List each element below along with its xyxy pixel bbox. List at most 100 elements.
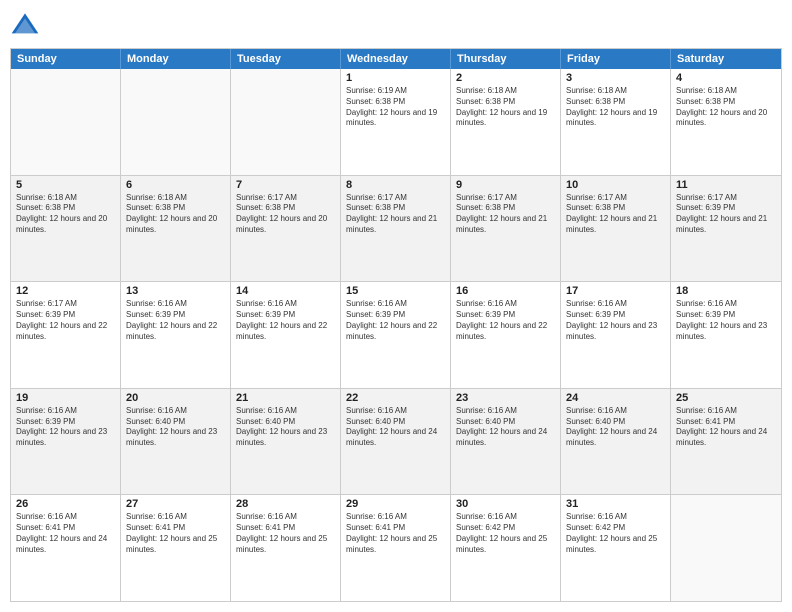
day-number: 25 (676, 392, 776, 404)
day-number: 17 (566, 285, 665, 297)
calendar-cell (671, 495, 781, 601)
cell-info: Sunrise: 6:17 AM Sunset: 6:38 PM Dayligh… (566, 193, 665, 236)
calendar-cell: 22 Sunrise: 6:16 AM Sunset: 6:40 PM Dayli… (341, 389, 451, 495)
cell-info: Sunrise: 6:16 AM Sunset: 6:41 PM Dayligh… (236, 512, 335, 555)
calendar: SundayMondayTuesdayWednesdayThursdayFrid… (10, 48, 782, 602)
day-number: 12 (16, 285, 115, 297)
day-of-week-header: Wednesday (341, 49, 451, 69)
calendar-cell: 11Sunrise: 6:17 AM Sunset: 6:39 PM Dayli… (671, 176, 781, 282)
day-number: 9 (456, 179, 555, 191)
cell-info: Sunrise: 6:16 AM Sunset: 6:40 PM Dayligh… (346, 406, 445, 449)
calendar-cell: 30 Sunrise: 6:16 AM Sunset: 6:42 PM Dayli… (451, 495, 561, 601)
day-number: 19 (16, 392, 115, 404)
header (10, 10, 782, 40)
page: SundayMondayTuesdayWednesdayThursdayFrid… (0, 0, 792, 612)
calendar-row: 19 Sunrise: 6:16 AM Sunset: 6:39 PM Dayli… (11, 389, 781, 496)
day-number: 3 (566, 72, 665, 84)
calendar-cell: 5Sunrise: 6:18 AM Sunset: 6:38 PM Daylig… (11, 176, 121, 282)
cell-info: Sunrise: 6:16 AM Sunset: 6:39 PM Dayligh… (346, 299, 445, 342)
cell-info: Sunrise: 6:16 AM Sunset: 6:42 PM Dayligh… (456, 512, 555, 555)
day-number: 30 (456, 498, 555, 510)
calendar-cell: 17 Sunrise: 6:16 AM Sunset: 6:39 PM Dayli… (561, 282, 671, 388)
cell-info: Sunrise: 6:16 AM Sunset: 6:39 PM Dayligh… (456, 299, 555, 342)
calendar-cell: 27 Sunrise: 6:16 AM Sunset: 6:41 PM Dayli… (121, 495, 231, 601)
day-number: 29 (346, 498, 445, 510)
calendar-cell: 29Sunrise: 6:16 AM Sunset: 6:41 PM Dayli… (341, 495, 451, 601)
cell-info: Sunrise: 6:16 AM Sunset: 6:41 PM Dayligh… (676, 406, 776, 449)
calendar-cell: 14Sunrise: 6:16 AM Sunset: 6:39 PM Dayli… (231, 282, 341, 388)
logo (10, 10, 44, 40)
calendar-cell: 10 Sunrise: 6:17 AM Sunset: 6:38 PM Dayli… (561, 176, 671, 282)
calendar-cell: 9 Sunrise: 6:17 AM Sunset: 6:38 PM Daylig… (451, 176, 561, 282)
calendar-cell: 4 Sunrise: 6:18 AM Sunset: 6:38 PM Daylig… (671, 69, 781, 175)
cell-info: Sunrise: 6:16 AM Sunset: 6:40 PM Dayligh… (236, 406, 335, 449)
calendar-cell: 13 Sunrise: 6:16 AM Sunset: 6:39 PM Dayli… (121, 282, 231, 388)
calendar-cell (231, 69, 341, 175)
calendar-header: SundayMondayTuesdayWednesdayThursdayFrid… (11, 49, 781, 69)
calendar-cell (121, 69, 231, 175)
calendar-cell: 24Sunrise: 6:16 AM Sunset: 6:40 PM Dayli… (561, 389, 671, 495)
day-number: 8 (346, 179, 445, 191)
cell-info: Sunrise: 6:16 AM Sunset: 6:41 PM Dayligh… (16, 512, 115, 555)
cell-info: Sunrise: 6:18 AM Sunset: 6:38 PM Dayligh… (456, 86, 555, 129)
calendar-cell: 15 Sunrise: 6:16 AM Sunset: 6:39 PM Dayli… (341, 282, 451, 388)
day-number: 23 (456, 392, 555, 404)
calendar-cell: 6Sunrise: 6:18 AM Sunset: 6:38 PM Daylig… (121, 176, 231, 282)
day-number: 21 (236, 392, 335, 404)
day-of-week-header: Sunday (11, 49, 121, 69)
day-number: 16 (456, 285, 555, 297)
calendar-row: 5Sunrise: 6:18 AM Sunset: 6:38 PM Daylig… (11, 176, 781, 283)
day-number: 2 (456, 72, 555, 84)
day-number: 10 (566, 179, 665, 191)
cell-info: Sunrise: 6:16 AM Sunset: 6:40 PM Dayligh… (126, 406, 225, 449)
cell-info: Sunrise: 6:16 AM Sunset: 6:39 PM Dayligh… (236, 299, 335, 342)
day-of-week-header: Saturday (671, 49, 781, 69)
calendar-cell: 18 Sunrise: 6:16 AM Sunset: 6:39 PM Dayli… (671, 282, 781, 388)
calendar-cell: 1Sunrise: 6:19 AM Sunset: 6:38 PM Daylig… (341, 69, 451, 175)
logo-icon (10, 10, 40, 40)
day-number: 20 (126, 392, 225, 404)
calendar-cell: 28 Sunrise: 6:16 AM Sunset: 6:41 PM Dayli… (231, 495, 341, 601)
cell-info: Sunrise: 6:16 AM Sunset: 6:39 PM Dayligh… (566, 299, 665, 342)
cell-info: Sunrise: 6:17 AM Sunset: 6:39 PM Dayligh… (676, 193, 776, 236)
calendar-cell: 3 Sunrise: 6:18 AM Sunset: 6:38 PM Daylig… (561, 69, 671, 175)
cell-info: Sunrise: 6:16 AM Sunset: 6:40 PM Dayligh… (456, 406, 555, 449)
cell-info: Sunrise: 6:17 AM Sunset: 6:38 PM Dayligh… (346, 193, 445, 236)
day-of-week-header: Thursday (451, 49, 561, 69)
cell-info: Sunrise: 6:16 AM Sunset: 6:39 PM Dayligh… (16, 406, 115, 449)
calendar-cell: 21 Sunrise: 6:16 AM Sunset: 6:40 PM Dayli… (231, 389, 341, 495)
day-number: 5 (16, 179, 115, 191)
day-number: 7 (236, 179, 335, 191)
cell-info: Sunrise: 6:16 AM Sunset: 6:39 PM Dayligh… (126, 299, 225, 342)
cell-info: Sunrise: 6:18 AM Sunset: 6:38 PM Dayligh… (566, 86, 665, 129)
day-of-week-header: Friday (561, 49, 671, 69)
cell-info: Sunrise: 6:16 AM Sunset: 6:42 PM Dayligh… (566, 512, 665, 555)
calendar-cell: 8 Sunrise: 6:17 AM Sunset: 6:38 PM Daylig… (341, 176, 451, 282)
cell-info: Sunrise: 6:16 AM Sunset: 6:39 PM Dayligh… (676, 299, 776, 342)
day-number: 27 (126, 498, 225, 510)
calendar-cell: 16 Sunrise: 6:16 AM Sunset: 6:39 PM Dayli… (451, 282, 561, 388)
calendar-cell: 26 Sunrise: 6:16 AM Sunset: 6:41 PM Dayli… (11, 495, 121, 601)
day-number: 1 (346, 72, 445, 84)
day-number: 28 (236, 498, 335, 510)
day-number: 26 (16, 498, 115, 510)
calendar-cell: 31 Sunrise: 6:16 AM Sunset: 6:42 PM Dayli… (561, 495, 671, 601)
calendar-cell: 2 Sunrise: 6:18 AM Sunset: 6:38 PM Daylig… (451, 69, 561, 175)
day-number: 18 (676, 285, 776, 297)
calendar-cell (11, 69, 121, 175)
calendar-cell: 19 Sunrise: 6:16 AM Sunset: 6:39 PM Dayli… (11, 389, 121, 495)
day-number: 22 (346, 392, 445, 404)
calendar-cell: 20 Sunrise: 6:16 AM Sunset: 6:40 PM Dayli… (121, 389, 231, 495)
day-number: 4 (676, 72, 776, 84)
day-number: 31 (566, 498, 665, 510)
day-number: 15 (346, 285, 445, 297)
day-number: 13 (126, 285, 225, 297)
calendar-cell: 7Sunrise: 6:17 AM Sunset: 6:38 PM Daylig… (231, 176, 341, 282)
calendar-cell: 12Sunrise: 6:17 AM Sunset: 6:39 PM Dayli… (11, 282, 121, 388)
calendar-row: 12Sunrise: 6:17 AM Sunset: 6:39 PM Dayli… (11, 282, 781, 389)
calendar-body: 1Sunrise: 6:19 AM Sunset: 6:38 PM Daylig… (11, 69, 781, 601)
calendar-row: 1Sunrise: 6:19 AM Sunset: 6:38 PM Daylig… (11, 69, 781, 176)
cell-info: Sunrise: 6:18 AM Sunset: 6:38 PM Dayligh… (676, 86, 776, 129)
cell-info: Sunrise: 6:17 AM Sunset: 6:38 PM Dayligh… (456, 193, 555, 236)
cell-info: Sunrise: 6:16 AM Sunset: 6:41 PM Dayligh… (126, 512, 225, 555)
